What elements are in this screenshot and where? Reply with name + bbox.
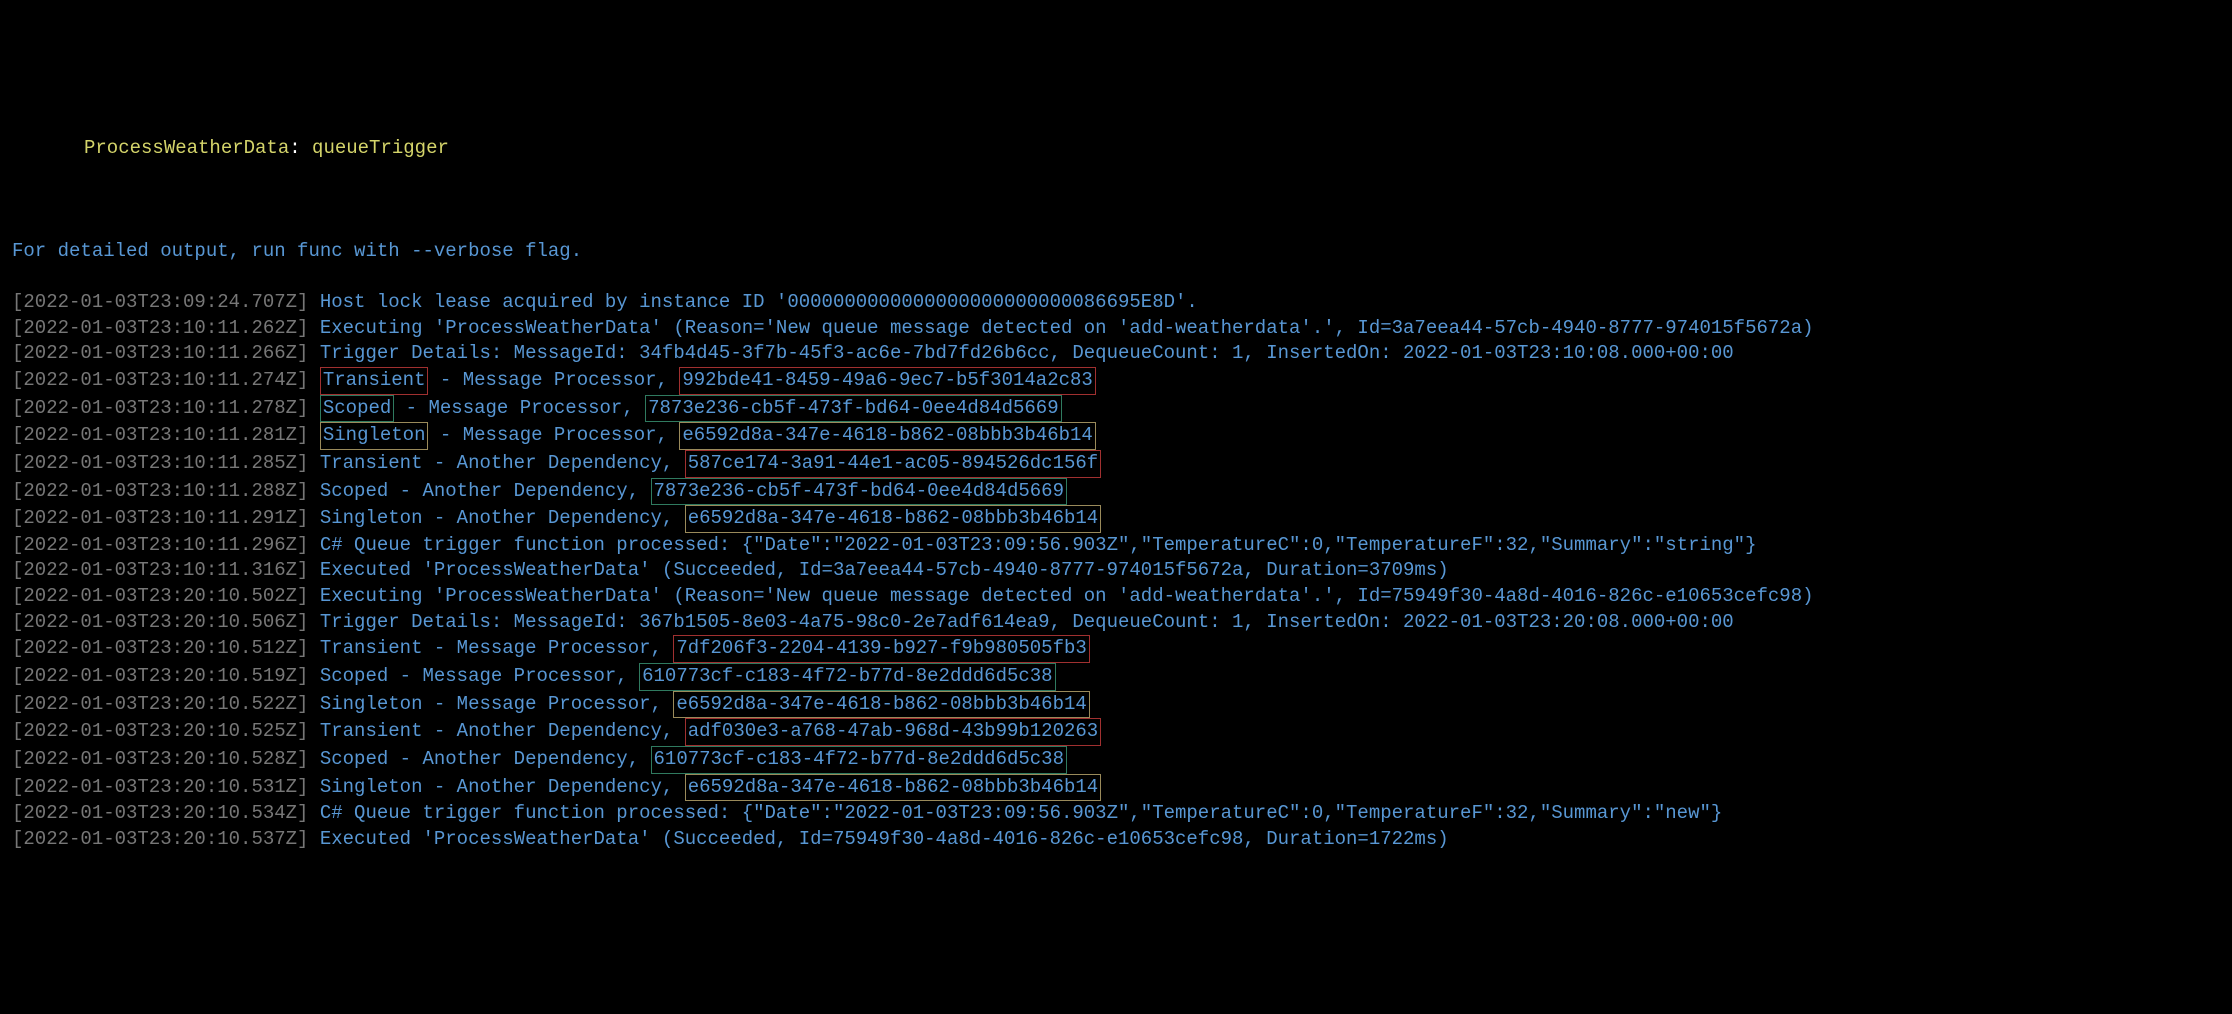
- log-line: [2022-01-03T23:20:10.528Z] Scoped - Anot…: [12, 746, 2220, 774]
- log-line: [2022-01-03T23:10:11.266Z] Trigger Detai…: [12, 341, 2220, 367]
- timestamp: [2022-01-03T23:10:11.281Z]: [12, 424, 308, 446]
- timestamp: [2022-01-03T23:10:11.291Z]: [12, 507, 308, 529]
- timestamp: [2022-01-03T23:20:10.519Z]: [12, 665, 308, 687]
- log-message: C# Queue trigger function processed: {"D…: [308, 802, 1722, 824]
- log-line: [2022-01-03T23:09:24.707Z] Host lock lea…: [12, 290, 2220, 316]
- timestamp: [2022-01-03T23:10:11.285Z]: [12, 452, 308, 474]
- log-line: [2022-01-03T23:10:11.288Z] Scoped - Anot…: [12, 478, 2220, 506]
- log-line: [2022-01-03T23:20:10.506Z] Trigger Detai…: [12, 610, 2220, 636]
- timestamp: [2022-01-03T23:20:10.525Z]: [12, 720, 308, 742]
- log-message: - Message Processor,: [428, 424, 679, 446]
- log-message: Singleton - Message Processor,: [308, 693, 673, 715]
- log-message: Executed 'ProcessWeatherData' (Succeeded…: [308, 828, 1448, 850]
- log-message: Transient - Message Processor,: [308, 637, 673, 659]
- log-line: [2022-01-03T23:10:11.262Z] Executing 'Pr…: [12, 316, 2220, 342]
- verbose-hint: For detailed output, run func with --ver…: [12, 239, 2220, 265]
- log-message: Singleton - Another Dependency,: [308, 507, 684, 529]
- log-line: [2022-01-03T23:20:10.537Z] Executed 'Pro…: [12, 827, 2220, 853]
- log-message: - Message Processor,: [428, 369, 679, 391]
- log-message: Host lock lease acquired by instance ID …: [308, 291, 1197, 313]
- log-message: Trigger Details: MessageId: 367b1505-8e0…: [308, 611, 1733, 633]
- log-line: [2022-01-03T23:20:10.512Z] Transient - M…: [12, 635, 2220, 663]
- guid-box: e6592d8a-347e-4618-b862-08bbb3b46b14: [679, 422, 1095, 450]
- log-message: Trigger Details: MessageId: 34fb4d45-3f7…: [308, 342, 1733, 364]
- timestamp: [2022-01-03T23:20:10.522Z]: [12, 693, 308, 715]
- scope-label-box: Scoped: [320, 395, 394, 423]
- log-message: Transient - Another Dependency,: [308, 452, 684, 474]
- log-line: [2022-01-03T23:20:10.519Z] Scoped - Mess…: [12, 663, 2220, 691]
- guid-box: 7df206f3-2204-4139-b927-f9b980505fb3: [673, 635, 1089, 663]
- timestamp: [2022-01-03T23:20:10.528Z]: [12, 748, 308, 770]
- guid-box: 610773cf-c183-4f72-b77d-8e2ddd6d5c38: [639, 663, 1055, 691]
- timestamp: [2022-01-03T23:20:10.537Z]: [12, 828, 308, 850]
- timestamp: [2022-01-03T23:20:10.506Z]: [12, 611, 308, 633]
- log-message: Scoped - Another Dependency,: [308, 748, 650, 770]
- log-line: [2022-01-03T23:20:10.522Z] Singleton - M…: [12, 691, 2220, 719]
- log-line: [2022-01-03T23:10:11.296Z] C# Queue trig…: [12, 533, 2220, 559]
- terminal-output: ProcessWeatherData: queueTrigger For det…: [12, 111, 2220, 879]
- log-message: Singleton - Another Dependency,: [308, 776, 684, 798]
- guid-box: e6592d8a-347e-4618-b862-08bbb3b46b14: [673, 691, 1089, 719]
- timestamp: [2022-01-03T23:20:10.502Z]: [12, 585, 308, 607]
- log-message: C# Queue trigger function processed: {"D…: [308, 534, 1756, 556]
- log-line: [2022-01-03T23:20:10.534Z] C# Queue trig…: [12, 801, 2220, 827]
- log-message: Transient - Another Dependency,: [308, 720, 684, 742]
- log-message: Scoped - Another Dependency,: [308, 480, 650, 502]
- scope-label-box: Singleton: [320, 422, 429, 450]
- log-message: - Message Processor,: [394, 397, 645, 419]
- log-line: [2022-01-03T23:20:10.525Z] Transient - A…: [12, 718, 2220, 746]
- timestamp: [2022-01-03T23:20:10.534Z]: [12, 802, 308, 824]
- timestamp: [2022-01-03T23:10:11.262Z]: [12, 317, 308, 339]
- log-line: [2022-01-03T23:10:11.274Z] Transient - M…: [12, 367, 2220, 395]
- guid-box: 587ce174-3a91-44e1-ac05-894526dc156f: [685, 450, 1101, 478]
- function-name: ProcessWeatherData: [84, 137, 289, 159]
- timestamp: [2022-01-03T23:10:11.316Z]: [12, 559, 308, 581]
- guid-box: 610773cf-c183-4f72-b77d-8e2ddd6d5c38: [651, 746, 1067, 774]
- function-header: ProcessWeatherData: queueTrigger: [12, 136, 2220, 162]
- timestamp: [2022-01-03T23:20:10.512Z]: [12, 637, 308, 659]
- log-line: [2022-01-03T23:10:11.281Z] Singleton - M…: [12, 422, 2220, 450]
- timestamp: [2022-01-03T23:10:11.266Z]: [12, 342, 308, 364]
- timestamp: [2022-01-03T23:10:11.278Z]: [12, 397, 308, 419]
- guid-box: 7873e236-cb5f-473f-bd64-0ee4d84d5669: [651, 478, 1067, 506]
- guid-box: adf030e3-a768-47ab-968d-43b99b120263: [685, 718, 1101, 746]
- log-line: [2022-01-03T23:10:11.316Z] Executed 'Pro…: [12, 558, 2220, 584]
- timestamp: [2022-01-03T23:09:24.707Z]: [12, 291, 308, 313]
- log-message: Executed 'ProcessWeatherData' (Succeeded…: [308, 559, 1448, 581]
- timestamp: [2022-01-03T23:10:11.274Z]: [12, 369, 308, 391]
- guid-box: e6592d8a-347e-4618-b862-08bbb3b46b14: [685, 774, 1101, 802]
- log-message: Executing 'ProcessWeatherData' (Reason='…: [308, 317, 1813, 339]
- log-line: [2022-01-03T23:10:11.285Z] Transient - A…: [12, 450, 2220, 478]
- guid-box: e6592d8a-347e-4618-b862-08bbb3b46b14: [685, 505, 1101, 533]
- guid-box: 7873e236-cb5f-473f-bd64-0ee4d84d5669: [645, 395, 1061, 423]
- timestamp: [2022-01-03T23:10:11.288Z]: [12, 480, 308, 502]
- log-line: [2022-01-03T23:20:10.502Z] Executing 'Pr…: [12, 584, 2220, 610]
- log-lines: [2022-01-03T23:09:24.707Z] Host lock lea…: [12, 290, 2220, 852]
- log-message: Executing 'ProcessWeatherData' (Reason='…: [308, 585, 1813, 607]
- guid-box: 992bde41-8459-49a6-9ec7-b5f3014a2c83: [679, 367, 1095, 395]
- timestamp: [2022-01-03T23:10:11.296Z]: [12, 534, 308, 556]
- log-message: Scoped - Message Processor,: [308, 665, 639, 687]
- timestamp: [2022-01-03T23:20:10.531Z]: [12, 776, 308, 798]
- blank-line: [12, 187, 2220, 213]
- separator: :: [289, 137, 312, 159]
- binding-type: queueTrigger: [312, 137, 449, 159]
- log-line: [2022-01-03T23:10:11.278Z] Scoped - Mess…: [12, 395, 2220, 423]
- log-line: [2022-01-03T23:10:11.291Z] Singleton - A…: [12, 505, 2220, 533]
- log-line: [2022-01-03T23:20:10.531Z] Singleton - A…: [12, 774, 2220, 802]
- scope-label-box: Transient: [320, 367, 429, 395]
